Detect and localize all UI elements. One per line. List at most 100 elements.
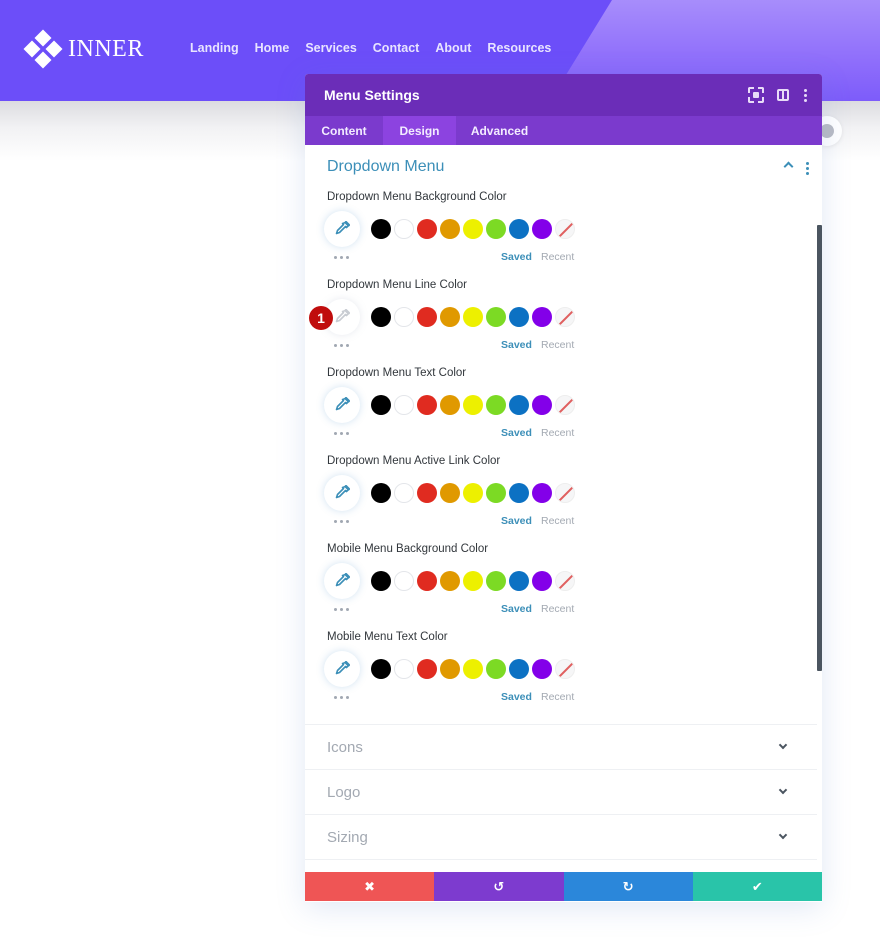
- saved-tab[interactable]: Saved: [501, 603, 532, 615]
- swatch-edf000[interactable]: [463, 219, 483, 239]
- nav-about[interactable]: About: [435, 41, 471, 55]
- swatch-000000[interactable]: [371, 395, 391, 415]
- section-sizing[interactable]: Sizing: [305, 814, 817, 859]
- saved-tab[interactable]: Saved: [501, 515, 532, 527]
- swatch-7cda24[interactable]: [486, 307, 506, 327]
- tab-design[interactable]: Design: [383, 116, 456, 145]
- swatch-7cda24[interactable]: [486, 571, 506, 591]
- swatch-e09900[interactable]: [440, 307, 460, 327]
- swatch-0c71c3[interactable]: [509, 307, 529, 327]
- swatch-000000[interactable]: [371, 571, 391, 591]
- more-colors-icon[interactable]: [334, 696, 349, 699]
- swatch-e02b20[interactable]: [417, 219, 437, 239]
- more-colors-icon[interactable]: [334, 256, 349, 259]
- swatch-e02b20[interactable]: [417, 571, 437, 591]
- swatch-7cda24[interactable]: [486, 483, 506, 503]
- section-logo[interactable]: Logo: [305, 769, 817, 814]
- swatch-7cda24[interactable]: [486, 395, 506, 415]
- swatch-7cda24[interactable]: [486, 219, 506, 239]
- swatch-8300e9[interactable]: [532, 659, 552, 679]
- nav-landing[interactable]: Landing: [190, 41, 239, 55]
- recent-tab[interactable]: Recent: [541, 251, 574, 263]
- saved-tab[interactable]: Saved: [501, 251, 532, 263]
- saved-tab[interactable]: Saved: [501, 339, 532, 351]
- swatch-000000[interactable]: [371, 219, 391, 239]
- more-colors-icon[interactable]: [334, 520, 349, 523]
- swatch-ffffff[interactable]: [394, 571, 414, 591]
- recent-tab[interactable]: Recent: [541, 603, 574, 615]
- site-logo[interactable]: INNER: [23, 29, 144, 69]
- saved-tab[interactable]: Saved: [501, 691, 532, 703]
- swatch-0c71c3[interactable]: [509, 219, 529, 239]
- swatch-no-color[interactable]: [555, 483, 575, 503]
- swatch-no-color[interactable]: [555, 219, 575, 239]
- scrollbar[interactable]: [817, 225, 822, 671]
- swatch-000000[interactable]: [371, 307, 391, 327]
- recent-tab[interactable]: Recent: [541, 339, 574, 351]
- swatch-000000[interactable]: [371, 483, 391, 503]
- swatch-no-color[interactable]: [555, 307, 575, 327]
- more-colors-icon[interactable]: [334, 344, 349, 347]
- redo-button[interactable]: ↻: [563, 872, 693, 901]
- swatch-ffffff[interactable]: [394, 307, 414, 327]
- swatch-ffffff[interactable]: [394, 659, 414, 679]
- undo-button[interactable]: ↺: [434, 872, 564, 901]
- swatch-no-color[interactable]: [555, 659, 575, 679]
- color-picker-button[interactable]: [324, 563, 360, 599]
- swatch-no-color[interactable]: [555, 571, 575, 591]
- panel-header[interactable]: Menu Settings: [305, 74, 822, 116]
- color-picker-button[interactable]: [324, 387, 360, 423]
- split-view-icon[interactable]: [777, 89, 789, 101]
- swatch-8300e9[interactable]: [532, 395, 552, 415]
- color-picker-button[interactable]: [324, 475, 360, 511]
- swatch-edf000[interactable]: [463, 571, 483, 591]
- more-options-icon[interactable]: [802, 87, 808, 103]
- nav-resources[interactable]: Resources: [487, 41, 551, 55]
- swatch-e09900[interactable]: [440, 219, 460, 239]
- swatch-edf000[interactable]: [463, 307, 483, 327]
- tab-content[interactable]: Content: [305, 116, 383, 145]
- swatch-edf000[interactable]: [463, 483, 483, 503]
- color-picker-button[interactable]: [324, 651, 360, 687]
- swatch-e02b20[interactable]: [417, 483, 437, 503]
- nav-contact[interactable]: Contact: [373, 41, 420, 55]
- nav-services[interactable]: Services: [305, 41, 356, 55]
- swatch-8300e9[interactable]: [532, 307, 552, 327]
- swatch-0c71c3[interactable]: [509, 659, 529, 679]
- recent-tab[interactable]: Recent: [541, 427, 574, 439]
- swatch-e09900[interactable]: [440, 395, 460, 415]
- swatch-e09900[interactable]: [440, 659, 460, 679]
- swatch-8300e9[interactable]: [532, 571, 552, 591]
- section-icons[interactable]: Icons: [305, 724, 817, 769]
- swatch-no-color[interactable]: [555, 395, 575, 415]
- swatch-e09900[interactable]: [440, 571, 460, 591]
- swatch-edf000[interactable]: [463, 395, 483, 415]
- section-options-icon[interactable]: [806, 162, 809, 175]
- nav-home[interactable]: Home: [255, 41, 290, 55]
- saved-tab[interactable]: Saved: [501, 427, 532, 439]
- swatch-8300e9[interactable]: [532, 219, 552, 239]
- tab-advanced[interactable]: Advanced: [456, 116, 543, 145]
- swatch-e02b20[interactable]: [417, 659, 437, 679]
- swatch-ffffff[interactable]: [394, 483, 414, 503]
- color-picker-button[interactable]: [324, 211, 360, 247]
- swatch-000000[interactable]: [371, 659, 391, 679]
- section-dropdown-menu-header[interactable]: Dropdown Menu: [305, 145, 822, 189]
- swatch-0c71c3[interactable]: [509, 483, 529, 503]
- recent-tab[interactable]: Recent: [541, 515, 574, 527]
- swatch-ffffff[interactable]: [394, 395, 414, 415]
- swatch-e02b20[interactable]: [417, 307, 437, 327]
- swatch-7cda24[interactable]: [486, 659, 506, 679]
- swatch-e02b20[interactable]: [417, 395, 437, 415]
- cancel-button[interactable]: ✖: [305, 872, 435, 901]
- swatch-0c71c3[interactable]: [509, 395, 529, 415]
- swatch-ffffff[interactable]: [394, 219, 414, 239]
- swatch-edf000[interactable]: [463, 659, 483, 679]
- save-button[interactable]: ✔: [692, 872, 822, 901]
- more-colors-icon[interactable]: [334, 608, 349, 611]
- recent-tab[interactable]: Recent: [541, 691, 574, 703]
- swatch-e09900[interactable]: [440, 483, 460, 503]
- expand-icon[interactable]: [748, 87, 764, 103]
- swatch-8300e9[interactable]: [532, 483, 552, 503]
- chevron-up-icon[interactable]: [783, 161, 794, 172]
